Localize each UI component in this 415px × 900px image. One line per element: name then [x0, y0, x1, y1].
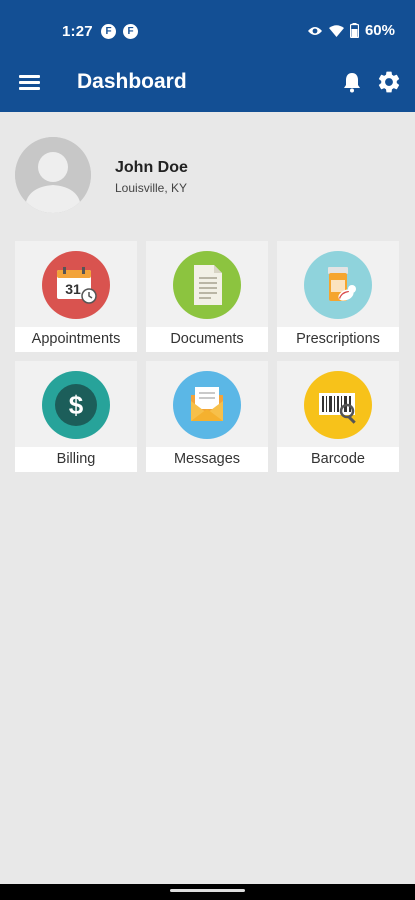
- tile-label: Documents: [146, 327, 268, 352]
- envelope-icon: [173, 371, 241, 439]
- tile-label: Barcode: [277, 447, 399, 472]
- system-nav-bar: [0, 884, 415, 900]
- dollar-icon: $: [42, 371, 110, 439]
- tile-messages[interactable]: Messages: [146, 361, 268, 472]
- calendar-icon: 31: [42, 251, 110, 319]
- profile-card[interactable]: John Doe Louisville, KY: [15, 137, 400, 215]
- f-badge-icon: F: [123, 24, 138, 39]
- tile-documents[interactable]: Documents: [146, 241, 268, 352]
- app-bar: Dashboard: [0, 52, 415, 112]
- gear-icon[interactable]: [376, 69, 402, 95]
- tile-billing[interactable]: $ Billing: [15, 361, 137, 472]
- tile-label: Appointments: [15, 327, 137, 352]
- pill-bottle-icon: [304, 251, 372, 319]
- menu-icon[interactable]: [18, 70, 42, 94]
- battery-icon: [349, 23, 359, 38]
- dashboard-tiles: 31 Appointments Documents Prescriptions …: [15, 241, 401, 472]
- eye-icon: [307, 26, 322, 35]
- page-title: Dashboard: [77, 70, 187, 93]
- tile-barcode[interactable]: Barcode: [277, 361, 399, 472]
- barcode-scan-icon: [304, 371, 372, 439]
- calendar-day: 31: [65, 281, 81, 297]
- status-time: 1:27: [62, 23, 93, 40]
- document-icon: [173, 251, 241, 319]
- profile-location: Louisville, KY: [115, 181, 188, 195]
- tile-appointments[interactable]: 31 Appointments: [15, 241, 137, 352]
- svg-text:$: $: [69, 390, 84, 420]
- tile-label: Messages: [146, 447, 268, 472]
- home-indicator[interactable]: [170, 889, 245, 892]
- tile-prescriptions[interactable]: Prescriptions: [277, 241, 399, 352]
- battery-percent: 60%: [364, 22, 395, 39]
- wifi-icon: [328, 24, 344, 37]
- bell-icon[interactable]: [340, 70, 364, 94]
- tile-label: Billing: [15, 447, 137, 472]
- avatar: [15, 137, 91, 213]
- profile-name: John Doe: [115, 159, 188, 176]
- f-badge-icon: F: [101, 24, 116, 39]
- tile-label: Prescriptions: [277, 327, 399, 352]
- status-bar: 1:27 F F 60%: [0, 0, 415, 52]
